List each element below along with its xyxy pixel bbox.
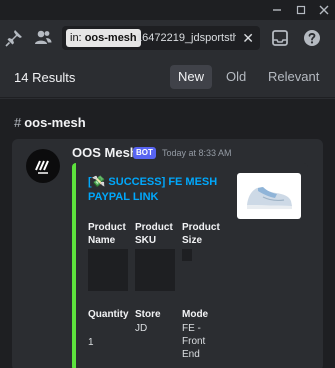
search-query-text: 16472219_jdsportsth bbox=[136, 32, 236, 44]
message-author[interactable]: OOS Mesh bbox=[72, 145, 138, 160]
avatar[interactable] bbox=[26, 149, 60, 183]
field-name: Mode bbox=[182, 309, 209, 320]
filter-key: in: bbox=[70, 32, 82, 44]
field-value: FE - Front End bbox=[182, 323, 206, 360]
search-input[interactable]: in: oos-mesh 16472219_jdsportsth ✕ bbox=[62, 26, 260, 50]
search-results-header: 14 Results New Old Relevant bbox=[0, 56, 335, 98]
clear-search-icon[interactable]: ✕ bbox=[242, 29, 254, 47]
pin-icon[interactable] bbox=[4, 28, 24, 48]
bot-badge: BOT bbox=[133, 147, 156, 159]
minimize-icon[interactable] bbox=[270, 3, 284, 17]
redacted-product-name bbox=[88, 249, 128, 291]
results-count: 14 Results bbox=[14, 70, 76, 85]
channel-name: oos-mesh bbox=[24, 115, 86, 130]
close-window-icon[interactable] bbox=[317, 3, 331, 17]
members-icon[interactable] bbox=[33, 28, 53, 48]
result-channel-header[interactable]: # oos-mesh bbox=[14, 115, 86, 130]
search-filter-chip[interactable]: in: oos-mesh bbox=[66, 29, 141, 47]
window-titlebar bbox=[0, 0, 335, 20]
maximize-icon[interactable] bbox=[294, 3, 308, 17]
redacted-product-size bbox=[182, 249, 192, 261]
sort-old-button[interactable]: Old bbox=[218, 65, 254, 89]
embed-title[interactable]: [💸 SUCCESS] FE MESH PAYPAL LINK bbox=[88, 175, 233, 205]
field-value: 1 bbox=[88, 337, 94, 348]
field-name: Product Name bbox=[88, 222, 126, 246]
inbox-icon[interactable] bbox=[270, 28, 290, 48]
search-result-message[interactable]: OOS Mesh BOT Today at 8:33 AM [💸 SUCCESS… bbox=[12, 139, 323, 368]
field-name: Quantity bbox=[88, 309, 129, 320]
redacted-product-sku bbox=[135, 249, 175, 291]
message-timestamp: Today at 8:33 AM bbox=[162, 148, 232, 158]
field-name: Product SKU bbox=[135, 222, 173, 246]
message-embed: [💸 SUCCESS] FE MESH PAYPAL LINK Product … bbox=[72, 163, 308, 368]
search-results-list: # oos-mesh OOS Mesh BOT Today at 8:33 AM … bbox=[0, 99, 335, 368]
sort-new-button[interactable]: New bbox=[170, 65, 213, 89]
filter-value: oos-mesh bbox=[84, 32, 137, 44]
embed-thumbnail-sneaker-image[interactable] bbox=[237, 173, 301, 219]
field-name: Store bbox=[135, 309, 161, 320]
field-name: Product Size bbox=[182, 222, 220, 246]
help-icon[interactable] bbox=[302, 28, 322, 48]
field-value: JD bbox=[135, 323, 148, 334]
sort-relevant-button[interactable]: Relevant bbox=[260, 65, 327, 89]
